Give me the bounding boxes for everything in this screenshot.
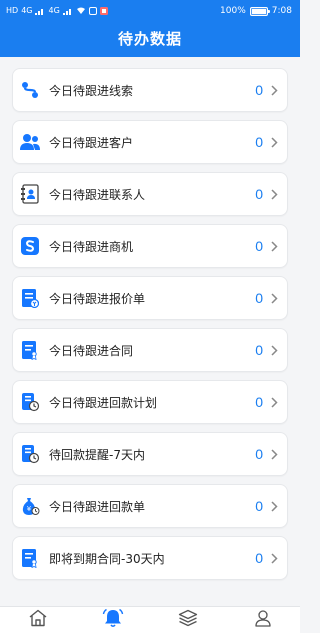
signal-icon-2 <box>62 9 71 15</box>
bell-icon <box>102 608 124 632</box>
chevron-right-icon <box>269 83 279 97</box>
header-bar: HD 4G 4G 100% 7:08 待办数据 <box>0 0 300 57</box>
chevron-right-icon <box>269 395 279 409</box>
quote-icon <box>19 287 41 309</box>
battery-percent: 100% <box>220 6 246 16</box>
todo-item-count: 0 <box>255 238 263 254</box>
home-icon <box>28 609 48 631</box>
tab-profile[interactable] <box>243 607 283 633</box>
chevron-right-icon <box>269 135 279 149</box>
todo-list: 今日待跟进线索 0 今日待跟进客户 0 今日待跟进联系人 0 今日待跟进商机 0… <box>12 68 288 588</box>
todo-item-contracts[interactable]: 今日待跟进合同 0 <box>12 328 288 372</box>
todo-item-count: 0 <box>255 134 263 150</box>
bottom-tab-bar <box>0 606 300 633</box>
todo-item-payment-receipts[interactable]: ¥ 今日待跟进回款单 0 <box>12 484 288 528</box>
todo-item-count: 0 <box>255 446 263 462</box>
todo-item-label: 今日待跟进客户 <box>49 135 134 150</box>
payment-plan-icon <box>19 391 41 413</box>
todo-item-count: 0 <box>255 394 263 410</box>
network-indicator-2: 4G <box>48 6 60 15</box>
todo-item-quotes[interactable]: 今日待跟进报价单 0 <box>12 276 288 320</box>
chevron-right-icon <box>269 447 279 461</box>
chevron-right-icon <box>269 187 279 201</box>
todo-item-customers[interactable]: 今日待跟进客户 0 <box>12 120 288 164</box>
todo-item-label: 今日待跟进联系人 <box>49 187 146 202</box>
layers-icon <box>178 609 198 631</box>
wifi-icon <box>76 7 85 14</box>
todo-item-contacts[interactable]: 今日待跟进联系人 0 <box>12 172 288 216</box>
todo-item-count: 0 <box>255 550 263 566</box>
chevron-right-icon <box>269 499 279 513</box>
todo-item-label: 待回款提醒-7天内 <box>49 447 145 462</box>
todo-item-label: 即将到期合同-30天内 <box>49 551 165 566</box>
todo-item-label: 今日待跟进商机 <box>49 239 134 254</box>
status-right: 100% 7:08 <box>220 6 292 16</box>
todo-item-count: 0 <box>255 186 263 202</box>
customers-icon <box>19 131 41 153</box>
network-indicator: 4G <box>21 6 33 15</box>
todo-item-label: 今日待跟进线索 <box>49 83 134 98</box>
todo-item-count: 0 <box>255 498 263 514</box>
status-bar: HD 4G 4G 100% 7:08 <box>0 0 300 22</box>
todo-item-label: 今日待跟进合同 <box>49 343 134 358</box>
chevron-right-icon <box>269 551 279 565</box>
payment-reminder-icon <box>19 443 41 465</box>
chevron-right-icon <box>269 343 279 357</box>
todo-item-count: 0 <box>255 290 263 306</box>
payment-bag-icon: ¥ <box>19 495 41 517</box>
todo-item-label: 今日待跟进回款计划 <box>49 395 158 410</box>
todo-item-label: 今日待跟进回款单 <box>49 499 146 514</box>
tab-todo[interactable] <box>93 607 133 633</box>
notification-app-icon <box>88 7 97 15</box>
todo-item-count: 0 <box>255 342 263 358</box>
contract-icon <box>19 339 41 361</box>
todo-item-expiring-contracts[interactable]: 即将到期合同-30天内 0 <box>12 536 288 580</box>
status-left: HD 4G 4G <box>6 7 108 15</box>
page-title: 待办数据 <box>117 30 182 48</box>
clock: 7:08 <box>271 6 292 16</box>
tab-home[interactable] <box>18 607 58 633</box>
user-icon <box>254 609 272 631</box>
svg-text:¥: ¥ <box>27 505 32 513</box>
todo-item-count: 0 <box>255 82 263 98</box>
notification-app-icon-2 <box>99 7 108 15</box>
chevron-right-icon <box>269 239 279 253</box>
contact-book-icon <box>19 183 41 205</box>
todo-item-leads[interactable]: 今日待跟进线索 0 <box>12 68 288 112</box>
todo-item-opportunities[interactable]: 今日待跟进商机 0 <box>12 224 288 268</box>
battery-icon <box>249 6 270 16</box>
expiring-contract-icon <box>19 547 41 569</box>
link-icon <box>19 79 41 101</box>
todo-item-label: 今日待跟进报价单 <box>49 291 146 306</box>
todo-item-payment-plans[interactable]: 今日待跟进回款计划 0 <box>12 380 288 424</box>
opportunity-icon <box>19 235 41 257</box>
tab-layers[interactable] <box>168 607 208 633</box>
chevron-right-icon <box>269 291 279 305</box>
signal-icon <box>35 9 44 15</box>
hd-indicator: HD <box>6 6 19 15</box>
todo-item-payment-reminder[interactable]: 待回款提醒-7天内 0 <box>12 432 288 476</box>
